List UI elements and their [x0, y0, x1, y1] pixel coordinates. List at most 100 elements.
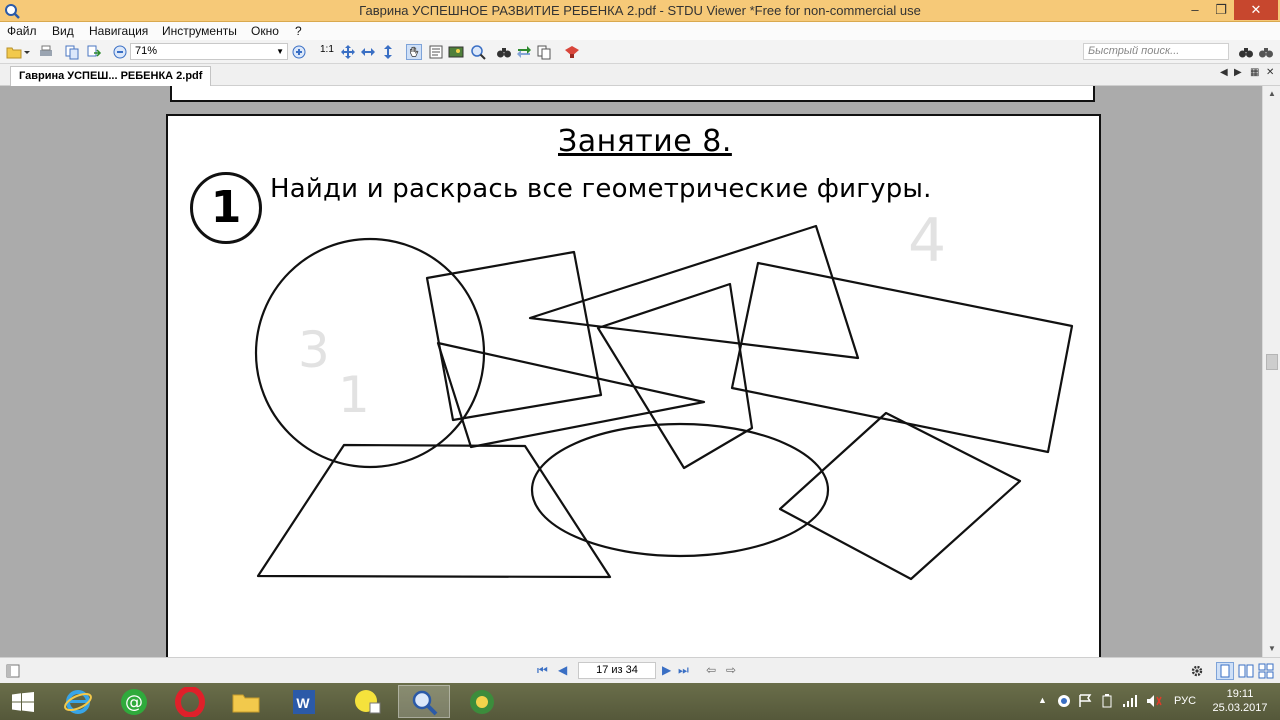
- stdu-viewer-icon: [412, 690, 438, 716]
- zoom-out-icon[interactable]: [112, 44, 128, 60]
- opera-icon: [175, 686, 205, 718]
- taskbar-stdu-viewer[interactable]: [398, 685, 450, 718]
- sidebar-toggle-icon[interactable]: [6, 664, 20, 678]
- scroll-up-icon[interactable]: ▲: [1263, 86, 1280, 102]
- menu-view[interactable]: Вид: [52, 24, 74, 38]
- zoom-in-icon[interactable]: [291, 44, 307, 60]
- page-number-input[interactable]: 17 из 34: [578, 662, 656, 679]
- document-viewer[interactable]: 4 3 1 Занятие 8. 1 Найди и раскрась все …: [0, 86, 1262, 657]
- taskbar-shield-app[interactable]: [456, 685, 508, 718]
- menu-tools[interactable]: Инструменты: [162, 24, 237, 38]
- toolbar: 71% ▼ 1:1 Быстрый поиск...: [0, 40, 1280, 64]
- menu-navigation[interactable]: Навигация: [89, 24, 148, 38]
- pages-icon[interactable]: [536, 44, 552, 60]
- fit-height-icon[interactable]: [380, 44, 396, 60]
- lesson-title: Занятие 8.: [558, 124, 732, 159]
- language-indicator[interactable]: РУС: [1174, 695, 1196, 707]
- prev-page-icon[interactable]: ◀: [558, 663, 567, 677]
- taskbar-file-explorer[interactable]: [220, 685, 272, 718]
- shape-rhombus: [778, 411, 1022, 581]
- taskbar-opera[interactable]: [164, 685, 216, 718]
- tab-close-icon[interactable]: ✕: [1266, 67, 1274, 78]
- minimize-button[interactable]: –: [1182, 0, 1208, 20]
- chevron-down-icon[interactable]: ▼: [276, 44, 284, 59]
- grid-view-icon[interactable]: [1258, 663, 1274, 679]
- find-icon[interactable]: [496, 44, 512, 60]
- window-title: Гаврина УСПЕШНОЕ РАЗВИТИЕ РЕБЕНКА 2.pdf …: [359, 3, 921, 18]
- shape-large-triangle: [528, 224, 860, 360]
- print-icon[interactable]: [38, 44, 54, 60]
- hand-tool-icon[interactable]: [406, 44, 422, 60]
- shape-small-triangle: [596, 282, 754, 470]
- single-page-view-icon[interactable]: [1216, 662, 1234, 680]
- internet-explorer-icon: [64, 690, 92, 714]
- history-back-icon[interactable]: ⇦: [706, 663, 716, 677]
- windows-start-icon[interactable]: [12, 692, 34, 712]
- next-page-icon[interactable]: ▶: [662, 663, 671, 677]
- tray-expand-icon[interactable]: ▲: [1038, 695, 1047, 705]
- tray-volume-icon[interactable]: [1146, 694, 1162, 708]
- sticky-note-icon: [355, 690, 381, 714]
- system-clock[interactable]: 19:11 25.03.2017: [1210, 687, 1270, 715]
- menu-window[interactable]: Окно: [251, 24, 279, 38]
- svg-text:@: @: [125, 692, 143, 713]
- word-icon: W: [293, 690, 315, 714]
- taskbar-snip-tool[interactable]: [342, 685, 394, 718]
- search-options-icon[interactable]: [1258, 44, 1274, 60]
- quick-search-input[interactable]: Быстрый поиск...: [1083, 43, 1229, 60]
- bookmark-icon[interactable]: [564, 44, 580, 60]
- fit-width-icon[interactable]: [360, 44, 376, 60]
- taskbar-word[interactable]: W: [278, 685, 330, 718]
- windows-taskbar: @ W ▲ РУС 19:11 25.03.2017: [0, 683, 1280, 720]
- close-button[interactable]: ✕: [1234, 0, 1278, 20]
- swap-arrows-icon[interactable]: [516, 44, 532, 60]
- zoom-select[interactable]: 71% ▼: [130, 43, 288, 60]
- shape-rectangle-tilted: [425, 250, 603, 422]
- taskbar-internet-explorer[interactable]: [52, 685, 104, 718]
- export-page-icon[interactable]: [86, 44, 102, 60]
- tray-browser-icon[interactable]: [1056, 693, 1072, 709]
- open-folder-icon[interactable]: [6, 44, 22, 60]
- document-tab[interactable]: Гаврина УСПЕШ... РЕБЕНКА 2.pdf: [10, 66, 212, 86]
- folder-icon: [232, 694, 260, 713]
- menu-file[interactable]: Файл: [7, 24, 37, 38]
- shape-trapezoid: [256, 443, 612, 579]
- task-instruction: Найди и раскрась все геометрические фигу…: [270, 174, 932, 204]
- actual-size-button[interactable]: 1:1: [320, 44, 338, 60]
- search-icon[interactable]: [1238, 44, 1254, 60]
- scrollbar-thumb[interactable]: [1266, 354, 1278, 370]
- clock-date: 25.03.2017: [1212, 702, 1268, 714]
- menu-help[interactable]: ?: [295, 24, 302, 38]
- taskbar-mail-agent[interactable]: @: [108, 685, 160, 718]
- copy-page-icon[interactable]: [64, 44, 80, 60]
- clock-time: 19:11: [1226, 688, 1254, 700]
- pdf-page: 4 3 1 Занятие 8. 1 Найди и раскрась все …: [166, 114, 1101, 657]
- title-bar: Гаврина УСПЕШНОЕ РАЗВИТИЕ РЕБЕНКА 2.pdf …: [0, 0, 1280, 22]
- first-page-icon[interactable]: ⏮: [537, 663, 548, 678]
- tab-next-icon[interactable]: ▶: [1234, 67, 1242, 78]
- document-tab-bar: Гаврина УСПЕШ... РЕБЕНКА 2.pdf ◀ ▶ ▦ ✕: [0, 64, 1280, 86]
- snapshot-icon[interactable]: [448, 44, 464, 60]
- maximize-button[interactable]: ❐: [1208, 0, 1234, 20]
- task-number-badge: 1: [190, 172, 262, 244]
- tab-list-icon[interactable]: ▦: [1250, 67, 1259, 78]
- tray-flag-icon[interactable]: [1078, 694, 1094, 708]
- chevron-down-icon[interactable]: [22, 44, 32, 60]
- shield-icon: [470, 690, 494, 714]
- settings-gear-icon[interactable]: [1190, 664, 1204, 678]
- tray-signal-icon[interactable]: [1122, 694, 1138, 708]
- tray-battery-icon[interactable]: [1100, 694, 1114, 708]
- tab-prev-icon[interactable]: ◀: [1220, 67, 1228, 78]
- last-page-icon[interactable]: ⏭: [678, 663, 689, 678]
- previous-page: [170, 86, 1095, 102]
- svg-text:W: W: [296, 695, 310, 711]
- menu-bar: Файл Вид Навигация Инструменты Окно ?: [0, 22, 1280, 40]
- magnifier-icon[interactable]: [470, 44, 486, 60]
- two-page-view-icon[interactable]: [1238, 663, 1254, 679]
- history-forward-icon[interactable]: ⇨: [726, 663, 736, 677]
- vertical-scrollbar[interactable]: ▲ ▼: [1262, 86, 1280, 657]
- fit-page-icon[interactable]: [340, 44, 356, 60]
- shape-ellipse: [530, 422, 830, 558]
- text-select-icon[interactable]: [428, 44, 444, 60]
- scroll-down-icon[interactable]: ▼: [1263, 641, 1280, 657]
